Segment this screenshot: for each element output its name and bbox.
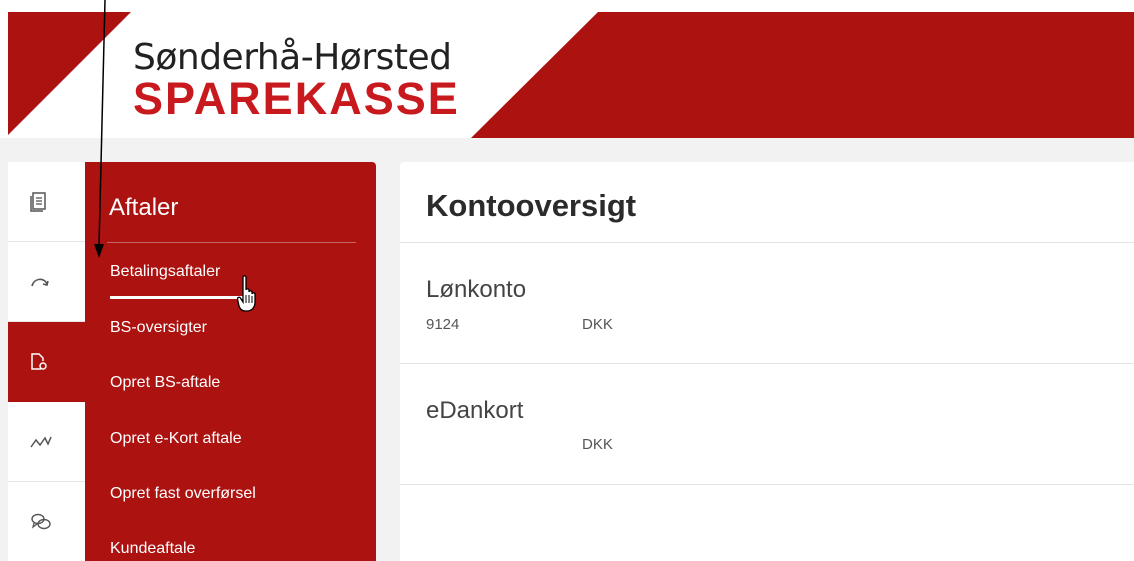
nav-icon-messages[interactable]: [8, 482, 85, 561]
menu-item-betalingsaftaler[interactable]: Betalingsaftaler: [110, 263, 220, 281]
menu-item-kundeaftale[interactable]: Kundeaftale: [110, 540, 195, 558]
account-number: 9124: [426, 316, 460, 333]
row-divider: [400, 484, 1134, 485]
menu-item-opret-bs-aftale[interactable]: Opret BS-aftale: [110, 374, 220, 392]
menu-item-bs-oversigter[interactable]: BS-oversigter: [110, 319, 207, 337]
curved-arrow-icon: [31, 278, 49, 287]
submenu-title: Aftaler: [109, 194, 179, 221]
icon-sidebar: [8, 162, 85, 561]
account-name: Lønkonto: [426, 276, 527, 303]
account-currency: DKK: [582, 436, 613, 453]
menu-item-opret-e-kort-aftale[interactable]: Opret e-Kort aftale: [110, 430, 242, 448]
row-divider: [400, 363, 1134, 364]
nav-icon-agreements[interactable]: [8, 322, 85, 402]
account-currency: DKK: [582, 316, 613, 333]
title-divider: [400, 242, 1134, 243]
bank-name-line1: Sønderhå-Hørsted: [133, 37, 452, 78]
nav-icon-investments[interactable]: [8, 402, 85, 482]
active-item-underline: [110, 296, 244, 299]
bank-logo[interactable]: Sønderhå-Hørsted SPAREKASSE: [133, 37, 460, 124]
chat-bubbles-icon: [31, 513, 51, 530]
trend-chart-icon: [30, 436, 52, 448]
header-banner: Sønderhå-Hørsted SPAREKASSE: [8, 12, 1134, 138]
hand-cursor-icon: [237, 275, 256, 312]
document-settings-icon: [31, 353, 47, 370]
account-name: eDankort: [426, 397, 524, 424]
menu-item-opret-fast-overforsel[interactable]: Opret fast overførsel: [110, 485, 256, 503]
document-list-icon: [30, 192, 46, 212]
bank-name-line2: SPAREKASSE: [133, 73, 460, 124]
page-title: Kontooversigt: [426, 188, 637, 223]
agreements-submenu: Aftaler Betalingsaftaler BS-oversigter O…: [85, 162, 376, 561]
account-overview-panel: Kontooversigt Lønkonto 9124 DKK eDankort…: [400, 162, 1134, 561]
submenu-divider: [107, 242, 356, 243]
nav-icon-transfer[interactable]: [8, 242, 85, 322]
nav-icon-accounts[interactable]: [8, 162, 85, 242]
